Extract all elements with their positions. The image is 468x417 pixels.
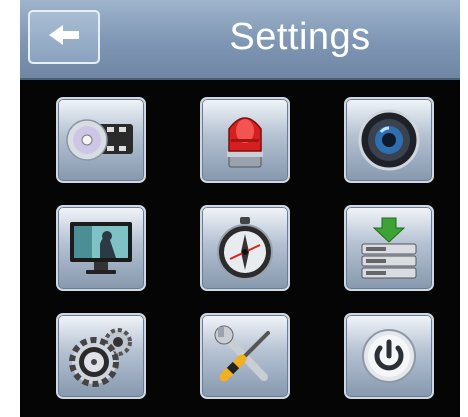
compass-icon bbox=[214, 215, 276, 281]
system-settings-button[interactable] bbox=[56, 313, 146, 399]
power-button[interactable] bbox=[344, 313, 434, 399]
alarm-light-icon bbox=[215, 107, 275, 173]
display-settings-button[interactable] bbox=[56, 205, 146, 291]
wrench-screwdriver-icon bbox=[212, 323, 278, 389]
page-title: Settings bbox=[229, 16, 371, 58]
header-bar: Settings bbox=[20, 0, 460, 80]
video-settings-button[interactable] bbox=[56, 97, 146, 183]
gear-disc-icon bbox=[66, 324, 136, 388]
server-download-icon bbox=[356, 216, 422, 280]
dvd-video-icon bbox=[65, 110, 137, 170]
settings-screen: Settings bbox=[20, 0, 460, 417]
tools-settings-button[interactable] bbox=[200, 313, 290, 399]
alarm-settings-button[interactable] bbox=[200, 97, 290, 183]
back-button[interactable] bbox=[28, 10, 100, 64]
camera-lens-icon bbox=[357, 108, 421, 172]
navigation-settings-button[interactable] bbox=[200, 205, 290, 291]
monitor-display-icon bbox=[66, 218, 136, 278]
power-icon bbox=[359, 326, 419, 386]
arrow-left-icon bbox=[47, 23, 81, 52]
camera-settings-button[interactable] bbox=[344, 97, 434, 183]
storage-settings-button[interactable] bbox=[344, 205, 434, 291]
